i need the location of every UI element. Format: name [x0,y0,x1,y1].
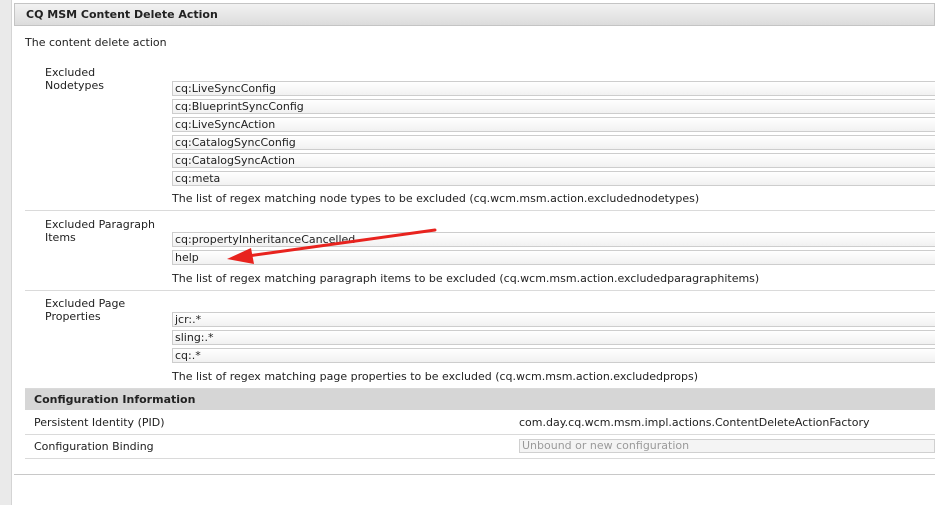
page-property-field[interactable]: sling:.* [172,330,935,345]
configuration-information: Configuration Information Persistent Ide… [25,389,935,463]
paragraph-item-field[interactable]: help [172,250,935,265]
pid-value: com.day.cq.wcm.msm.impl.actions.ContentD… [519,416,870,429]
nodetype-field[interactable]: cq:LiveSyncConfig [172,81,935,96]
nodetype-field[interactable]: cq:CatalogSyncAction [172,153,935,168]
left-sidebar-strip [0,0,12,505]
property-excluded-paragraph-items: Excluded Paragraph Items cq:propertyInhe… [25,211,935,291]
paragraph-item-field[interactable]: cq:propertyInheritanceCancelled [172,232,935,247]
configuration-title: Configuration Information [25,389,935,410]
binding-label: Configuration Binding [34,440,154,453]
section-title: CQ MSM Content Delete Action [14,3,935,26]
binding-field[interactable]: Unbound or new configuration [519,439,935,453]
property-hint: The list of regex matching node types to… [172,192,700,205]
property-label: Excluded Page Properties [45,297,126,323]
config-panel: CQ MSM Content Delete Action The content… [14,0,935,475]
section-description: The content delete action [25,36,167,49]
page-property-field[interactable]: jcr:.* [172,312,935,327]
property-excluded-nodetypes: Excluded Nodetypes cq:LiveSyncConfig cq:… [25,63,935,211]
pid-label: Persistent Identity (PID) [34,416,165,429]
property-excluded-page-properties: Excluded Page Properties jcr:.* sling:.*… [25,291,935,389]
nodetype-field[interactable]: cq:LiveSyncAction [172,117,935,132]
page-property-field[interactable]: cq:.* [172,348,935,363]
property-label: Excluded Nodetypes [45,66,105,92]
property-hint: The list of regex matching paragraph ite… [172,272,760,285]
property-hint: The list of regex matching page properti… [172,370,698,383]
property-label: Excluded Paragraph Items [45,218,155,244]
nodetype-field[interactable]: cq:BlueprintSyncConfig [172,99,935,114]
nodetype-field[interactable]: cq:meta [172,171,935,186]
binding-row: Configuration Binding Unbound or new con… [25,435,935,459]
pid-row: Persistent Identity (PID) com.day.cq.wcm… [25,411,935,435]
nodetype-field[interactable]: cq:CatalogSyncConfig [172,135,935,150]
